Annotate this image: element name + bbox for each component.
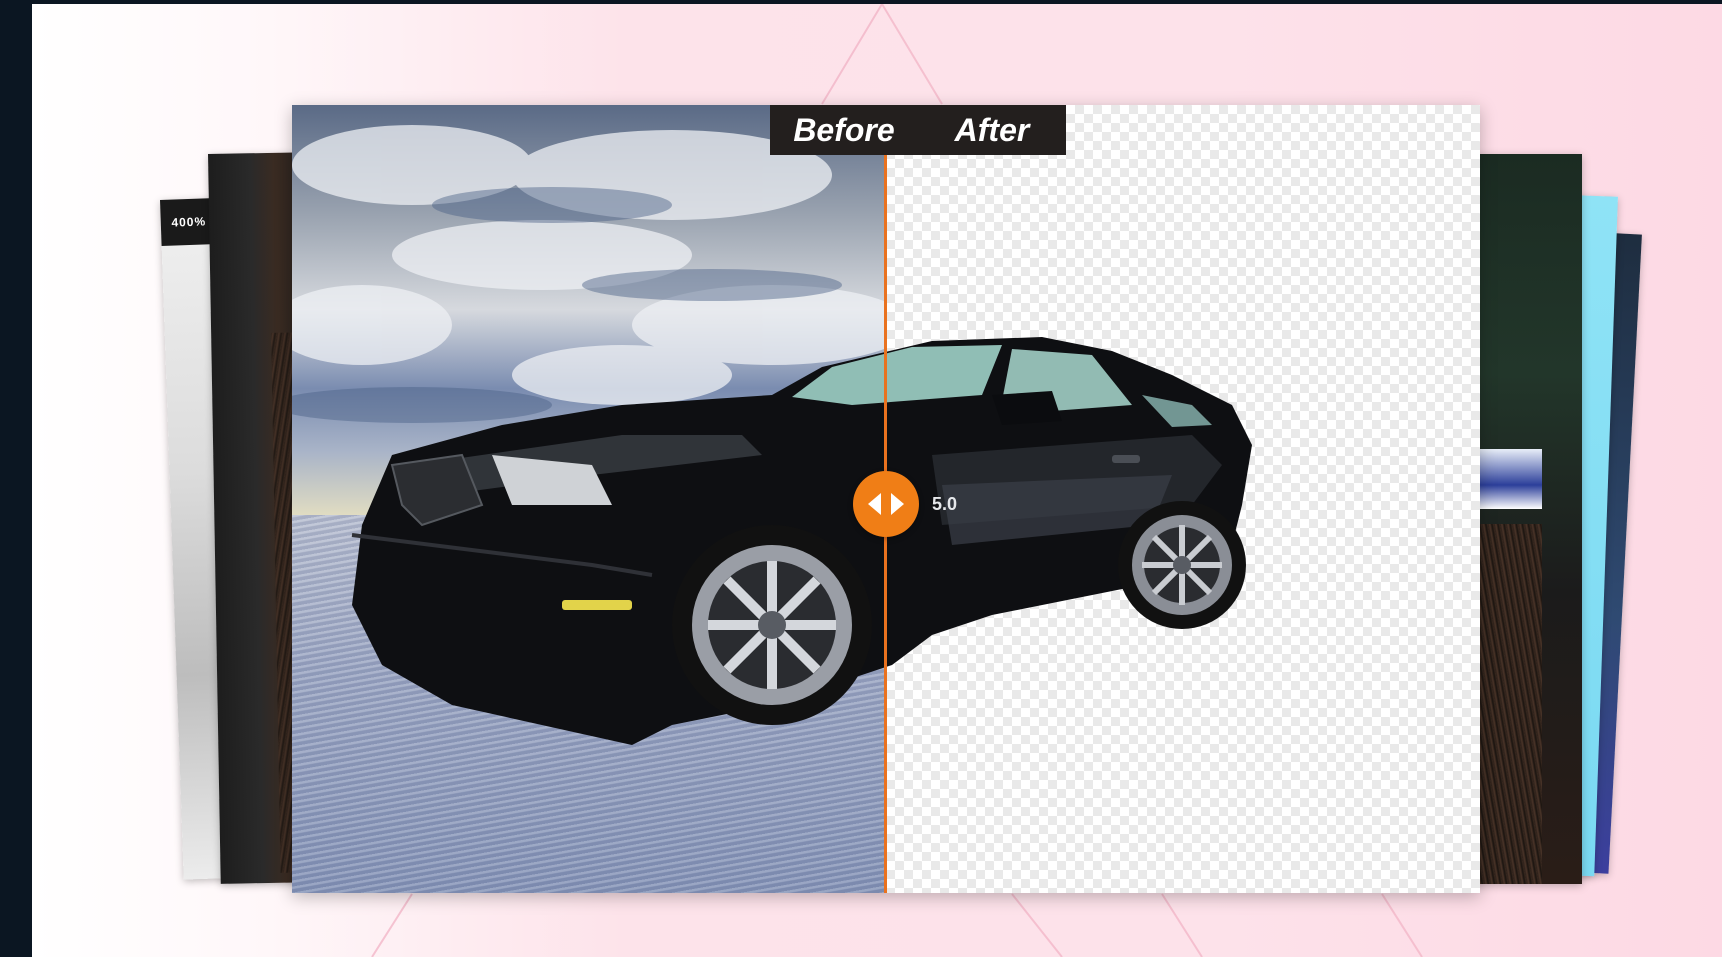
before-label: Before bbox=[770, 105, 918, 155]
before-after-labels: Before After bbox=[770, 105, 1066, 155]
after-label: After bbox=[918, 105, 1066, 155]
stack-card-portrait-photo bbox=[1472, 154, 1582, 884]
portrait-hair bbox=[1472, 524, 1542, 884]
car-badge: 5.0 bbox=[932, 494, 957, 514]
comparison-stage: 400% 5.0 Before After bbox=[32, 4, 1722, 957]
portrait-garment bbox=[1472, 449, 1542, 509]
left-right-arrows-icon[interactable] bbox=[853, 471, 919, 537]
before-after-viewer[interactable]: 5.0 Before After bbox=[292, 105, 1480, 893]
